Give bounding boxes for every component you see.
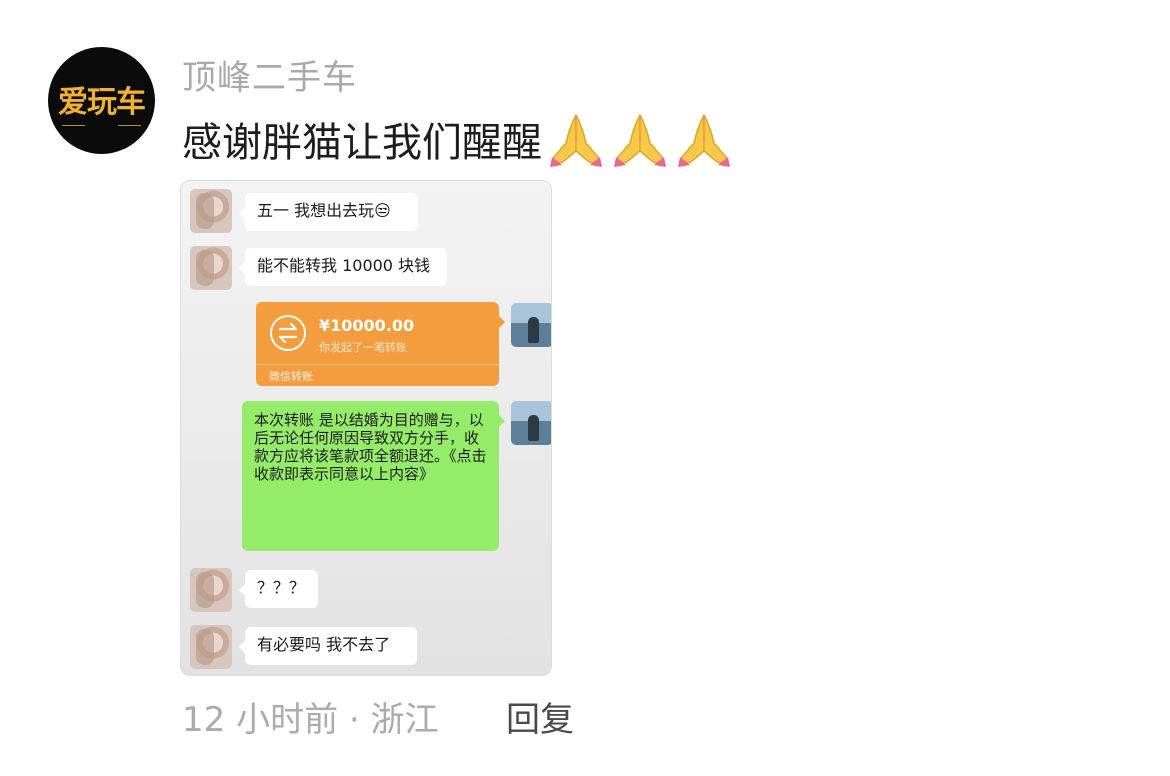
chat-message-text: 本次转账 是以结婚为目的赠与，以后无论任何原因导致双方分手，收款方应将该笔款项全…: [254, 411, 487, 483]
avatar-logo-text: 爱玩车: [58, 85, 146, 120]
chat-message: 有必要吗 我不去了: [239, 627, 417, 665]
chat-avatar-her: [190, 568, 232, 612]
chat-message: 本次转账 是以结婚为目的赠与，以后无论任何原因导致双方分手，收款方应将该笔款项全…: [242, 401, 505, 551]
transfer-amount: ¥10000.00: [319, 316, 415, 335]
chat-message: ？？？: [239, 570, 318, 608]
chat-message-text: 五一 我想出去玩😒: [257, 201, 391, 220]
transfer-divider: [256, 364, 499, 365]
chat-avatar-her: [190, 625, 232, 669]
username[interactable]: 顶峰二手车: [182, 50, 357, 99]
comment-card: 爱玩车 顶峰二手车 感谢胖猫让我们醒醒 五一 我想出去玩�: [0, 0, 1170, 776]
chat-avatar-me: [511, 303, 551, 347]
avatar[interactable]: 爱玩车: [48, 47, 155, 154]
folded-hands-icon: [614, 114, 666, 167]
chat-avatar-her: [190, 246, 232, 290]
chat-message-text: 能不能转我 10000 块钱: [257, 256, 431, 275]
transfer-card: ¥10000.00 你发起了一笔转账 微信转账: [256, 302, 505, 386]
folded-hands-icon: [550, 114, 602, 167]
chat-message: 五一 我想出去玩😒: [239, 193, 418, 231]
folded-hands-icon: [678, 114, 730, 167]
chat-message-text: 有必要吗 我不去了: [257, 635, 391, 654]
chat-message-text: ？？？: [257, 578, 306, 597]
transfer-footer: 微信转账: [269, 370, 313, 383]
chat-avatar-me: [511, 401, 551, 445]
chat-message: 能不能转我 10000 块钱: [239, 248, 447, 286]
reply-button[interactable]: 回复: [506, 692, 574, 741]
chat-screenshot-image[interactable]: 五一 我想出去玩😒 能不能转我 10000 块钱 ¥10000.00 你发起了一…: [180, 180, 552, 676]
time-location: 12 小时前 · 浙江: [182, 700, 439, 740]
comment-text: 感谢胖猫让我们醒醒: [182, 120, 542, 166]
transfer-icon: [270, 315, 306, 351]
logo-divider-gap: [85, 122, 118, 129]
chat-avatar-her: [190, 189, 232, 233]
transfer-description: 你发起了一笔转账: [319, 341, 407, 354]
comment-body: 感谢胖猫让我们醒醒: [182, 110, 734, 168]
